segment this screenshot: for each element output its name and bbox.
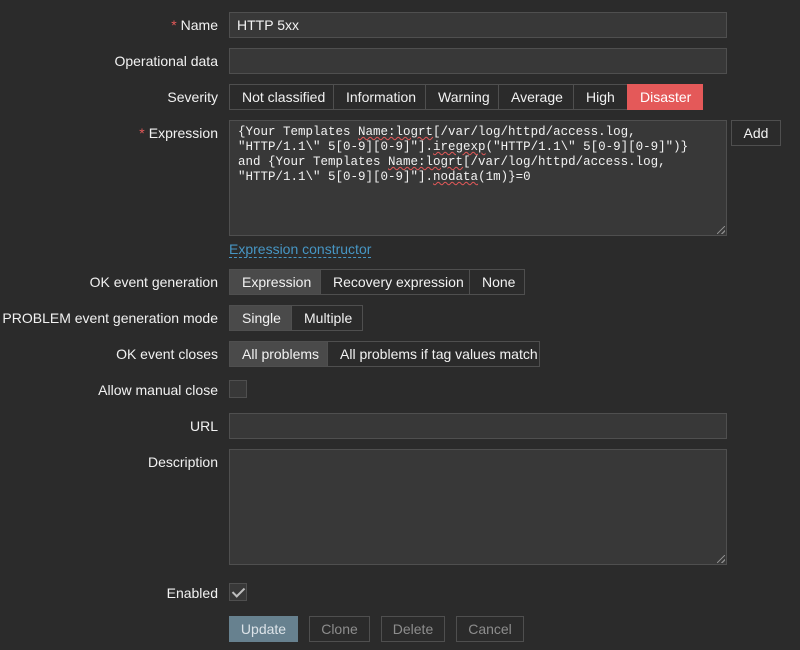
ok-event-generation-expression[interactable]: Expression [229, 269, 321, 295]
clone-button[interactable]: Clone [309, 616, 370, 642]
severity-average[interactable]: Average [498, 84, 574, 110]
expression-text-error: Name:logrt [388, 155, 464, 169]
severity-warning[interactable]: Warning [425, 84, 499, 110]
operational-data-label: Operational data [114, 53, 218, 69]
required-mark: * [139, 125, 145, 141]
ok-event-generation-none[interactable]: None [469, 269, 525, 295]
enabled-label: Enabled [166, 585, 218, 601]
expression-label: * Expression [139, 125, 218, 141]
allow-manual-close-label: Allow manual close [98, 382, 218, 398]
required-mark: * [171, 17, 177, 33]
update-button[interactable]: Update [229, 616, 298, 642]
problem-mode-multiple[interactable]: Multiple [291, 305, 363, 331]
severity-disaster[interactable]: Disaster [627, 84, 703, 110]
expression-text: (1m)}=0 [478, 170, 531, 184]
resize-grip-icon[interactable] [717, 226, 725, 234]
severity-label: Severity [167, 89, 218, 105]
delete-button[interactable]: Delete [381, 616, 445, 642]
expression-text-error: iregexp [433, 140, 486, 154]
description-label: Description [147, 454, 218, 470]
ok-event-closes-label: OK event closes [116, 346, 218, 362]
expression-constructor-link[interactable]: Expression constructor [229, 241, 372, 258]
expression-text: [/var/log/httpd/access.log, [433, 125, 636, 139]
url-label: URL [189, 418, 218, 434]
description-textarea[interactable] [229, 449, 727, 565]
expression-label-text: Expression [148, 125, 218, 141]
expression-text: ("HTTP/1.1\" 5[0-9][0-9]")} [485, 140, 689, 154]
expression-textarea[interactable]: {Your Templates Name:logrt[/var/log/http… [229, 120, 727, 236]
expression-text: "HTTP/1.1\" 5[0-9][0-9]"]. [238, 170, 434, 184]
name-label: * Name [171, 17, 218, 33]
resize-grip-icon[interactable] [717, 555, 725, 563]
expression-text: {Your Templates [238, 125, 359, 139]
problem-event-generation-mode-selector: Single Multiple [229, 305, 363, 331]
expression-text: "HTTP/1.1\" 5[0-9][0-9]"]. [238, 140, 434, 154]
operational-data-input[interactable] [229, 48, 727, 74]
name-input[interactable] [229, 12, 727, 38]
severity-high[interactable]: High [573, 84, 628, 110]
expression-line-2: "HTTP/1.1\" 5[0-9][0-9]"].iregexp("HTTP/… [238, 140, 718, 155]
severity-selector: Not classified Information Warning Avera… [229, 84, 703, 110]
enabled-checkbox[interactable] [229, 583, 247, 601]
expression-line-4: "HTTP/1.1\" 5[0-9][0-9]"].nodata(1m)}=0 [238, 170, 718, 185]
expression-add-button[interactable]: Add [731, 120, 781, 146]
allow-manual-close-checkbox[interactable] [229, 380, 247, 398]
ok-event-generation-recovery-expression[interactable]: Recovery expression [320, 269, 470, 295]
problem-mode-single[interactable]: Single [229, 305, 292, 331]
severity-not-classified[interactable]: Not classified [229, 84, 334, 110]
cancel-button[interactable]: Cancel [456, 616, 524, 642]
url-input[interactable] [229, 413, 727, 439]
expression-text-error: nodata [433, 170, 479, 184]
ok-event-generation-selector: Expression Recovery expression None [229, 269, 525, 295]
severity-information[interactable]: Information [333, 84, 426, 110]
problem-event-generation-mode-label: PROBLEM event generation mode [2, 310, 218, 326]
expression-line-1: {Your Templates Name:logrt[/var/log/http… [238, 125, 718, 140]
name-label-text: Name [180, 17, 218, 33]
ok-event-closes-tag-match[interactable]: All problems if tag values match [327, 341, 540, 367]
expression-text: and {Your Templates [238, 155, 389, 169]
ok-event-closes-all-problems[interactable]: All problems [229, 341, 328, 367]
expression-line-3: and {Your Templates Name:logrt[/var/log/… [238, 155, 718, 170]
expression-text-error: Name:logrt [358, 125, 434, 139]
expression-text: [/var/log/httpd/access.log, [463, 155, 666, 169]
ok-event-generation-label: OK event generation [89, 274, 218, 290]
ok-event-closes-selector: All problems All problems if tag values … [229, 341, 540, 367]
